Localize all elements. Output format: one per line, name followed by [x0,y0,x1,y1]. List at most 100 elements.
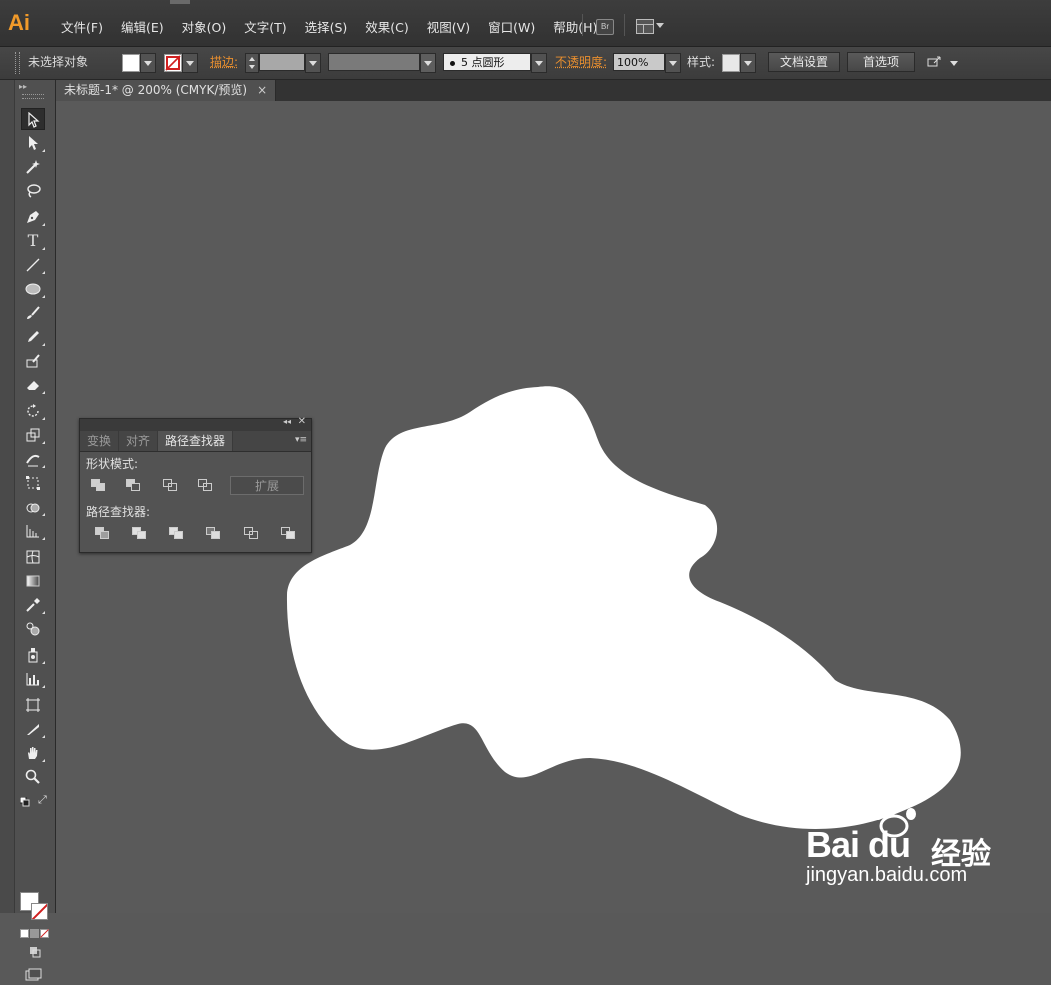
mesh-icon [26,550,40,564]
stroke-color-swatch[interactable] [31,903,48,920]
brush-dropdown[interactable] [531,53,547,73]
slice-tool[interactable] [21,718,45,740]
paintbrush-tool[interactable] [21,302,45,324]
menu-file[interactable]: 文件(F) [52,15,112,38]
preferences-button[interactable]: 首选项 [847,52,915,72]
opacity-label[interactable]: 不透明度: [555,47,607,79]
type-t-icon: T [27,231,39,250]
tab-pathfinder[interactable]: 路径查找器 [158,431,234,451]
arrange-documents-button[interactable] [926,55,960,71]
tab-transform[interactable]: 变换 [80,431,120,451]
screen-mode-icon[interactable] [25,968,43,982]
menu-type[interactable]: 文字(T) [235,15,295,38]
unite-button[interactable] [90,478,106,492]
hand-tool[interactable] [21,742,45,764]
warp-icon [26,454,40,467]
selection-arrow-icon [28,111,40,128]
close-panel-icon[interactable]: ✕ [298,416,306,427]
magic-wand-tool[interactable] [21,156,45,178]
lasso-icon [27,184,41,198]
symbol-sprayer-tool[interactable] [21,644,45,666]
brush-definition-label: 5 点圆形 [461,56,505,69]
collapse-icon[interactable]: ▸▸ [19,82,27,91]
width-tool[interactable] [21,448,45,470]
eraser-tool[interactable] [21,374,45,396]
variable-width-dropdown[interactable] [420,53,436,73]
tab-align[interactable]: 对齐 [119,431,159,451]
bridge-button[interactable]: Br [596,19,614,35]
color-mode-color [20,929,29,938]
artboard-icon [26,698,40,712]
chevron-down-icon [656,23,664,28]
drawing-mode-icon[interactable] [28,946,42,958]
exclude-button[interactable] [197,478,213,492]
fill-swatch[interactable] [122,54,140,72]
graphic-style-swatch[interactable] [722,54,740,72]
opacity-input[interactable]: 100% [613,53,665,71]
document-setup-button[interactable]: 文档设置 [768,52,840,72]
menu-object[interactable]: 对象(O) [173,15,236,38]
pen-nib-icon [27,211,39,223]
shape-builder-icon [26,503,40,513]
menu-select[interactable]: 选择(S) [296,15,357,38]
perspective-grid-tool[interactable] [21,520,45,542]
expand-button[interactable]: 扩展 [230,476,304,495]
menu-view[interactable]: 视图(V) [418,15,479,38]
menu-effect[interactable]: 效果(C) [356,15,417,38]
eyedropper-tool[interactable] [21,594,45,616]
collapse-panel-icon[interactable]: ◂◂ [283,417,291,426]
divide-button[interactable] [94,526,110,540]
crop-button[interactable] [205,526,221,540]
stroke-label[interactable]: 描边: [210,47,238,79]
type-tool[interactable]: T [21,230,45,252]
direct-selection-tool[interactable] [21,132,45,154]
swap-colors-icon[interactable]: ⤢ [38,794,50,806]
minus-front-button[interactable] [125,478,141,492]
default-colors-icon[interactable] [19,796,30,807]
blend-tool[interactable] [21,618,45,640]
intersect-button[interactable] [162,478,178,492]
trim-button[interactable] [131,526,147,540]
gradient-tool[interactable] [21,570,45,592]
pencil-tool[interactable] [21,326,45,348]
workspace-switcher[interactable] [636,18,666,34]
lasso-tool[interactable] [21,180,45,202]
panel-grip[interactable] [22,94,44,99]
scale-tool[interactable] [21,424,45,446]
merge-button[interactable] [168,526,184,540]
zoom-tool[interactable] [21,766,45,788]
pencil-icon [28,331,39,342]
panel-grip[interactable] [15,52,20,74]
ellipse-tool[interactable] [21,278,45,300]
line-segment-tool[interactable] [21,254,45,276]
menu-edit[interactable]: 编辑(E) [112,15,173,38]
mesh-tool[interactable] [21,546,45,568]
panel-menu-icon[interactable]: ▾≡ [295,435,307,445]
slice-knife-icon [27,724,39,735]
selection-tool[interactable] [21,108,45,130]
column-graph-tool[interactable] [21,668,45,690]
graphic-style-dropdown[interactable] [740,53,756,73]
panel-titlebar[interactable]: ◂◂ ✕ [80,416,311,431]
variable-width-profile[interactable] [328,53,420,71]
hand-icon [28,747,38,759]
stroke-weight-input[interactable] [259,53,305,71]
opacity-dropdown[interactable] [665,53,681,73]
free-transform-tool[interactable] [21,472,45,494]
blob-brush-tool[interactable] [21,350,45,372]
outline-button[interactable] [243,526,259,540]
shape-builder-tool[interactable] [21,496,45,518]
rotate-tool[interactable] [21,400,45,422]
brush-definition[interactable]: 5 点圆形 [443,53,531,71]
stroke-weight-dropdown[interactable] [305,53,321,73]
fill-dropdown[interactable] [140,53,156,73]
document-tab[interactable]: 未标题-1* @ 200% (CMYK/预览) × [56,80,277,101]
stroke-swatch[interactable] [164,54,182,72]
pen-tool[interactable] [21,206,45,228]
stroke-weight-stepper[interactable] [245,53,259,73]
minus-back-button[interactable] [280,526,296,540]
menu-window[interactable]: 窗口(W) [479,15,544,38]
stroke-swatch-dropdown[interactable] [182,53,198,73]
close-icon[interactable]: × [257,83,267,97]
artboard-tool[interactable] [21,694,45,716]
